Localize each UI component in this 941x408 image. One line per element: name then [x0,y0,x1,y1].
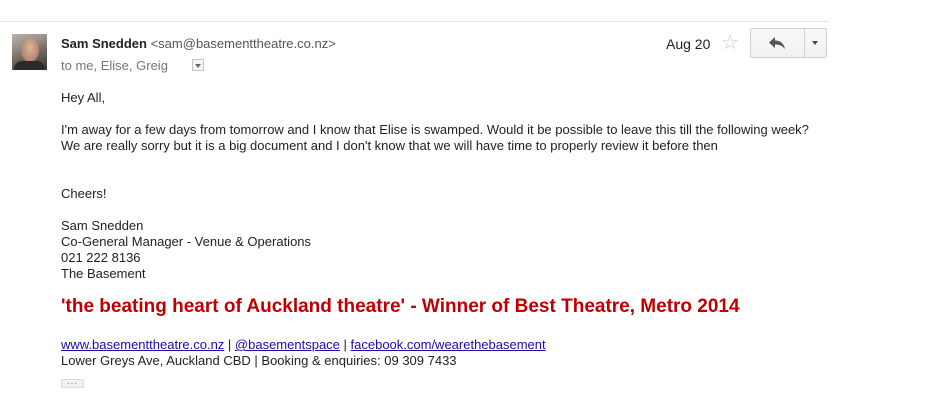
reply-button[interactable] [751,29,803,57]
avatar[interactable] [12,34,47,70]
show-trimmed-content-button[interactable]: ... [61,377,84,388]
top-divider [0,21,828,22]
message-paragraph: I'm away for a few days from tomorrow an… [61,122,809,153]
greeting: Hey All, [61,90,106,105]
show-details-button[interactable] [192,59,204,71]
sender-line: Sam Snedden <sam@basementtheatre.co.nz> [61,36,336,51]
reply-icon [769,37,785,49]
signature-links: www.basementtheatre.co.nz | @basementspa… [61,337,546,353]
closing: Cheers! [61,186,107,201]
signature-title: Co-General Manager - Venue & Operations [61,234,312,249]
signature-org: The Basement [61,266,146,281]
recipients: to me, Elise, Greig [61,58,168,73]
reply-button-group [750,28,827,58]
star-icon[interactable]: ☆ [721,31,739,55]
link-separator: | [339,337,351,352]
signature-block: Sam Snedden Co-General Manager - Venue &… [61,218,311,282]
sender-email: <sam@basementtheatre.co.nz> [150,36,336,51]
website-link[interactable]: www.basementtheatre.co.nz [61,337,224,352]
message-date[interactable]: Aug 20 [666,36,710,52]
twitter-link[interactable]: @basementspace [235,337,340,352]
signature-phone: 021 222 8136 [61,250,141,265]
link-separator: | [224,337,235,352]
sender-name[interactable]: Sam Snedden [61,36,147,51]
avatar-face [21,38,39,62]
more-options-button[interactable] [805,29,826,57]
signature-name: Sam Snedden [61,218,144,233]
signature-address: Lower Greys Ave, Auckland CBD | Booking … [61,353,457,368]
signature-tagline: 'the beating heart of Auckland theatre' … [61,296,740,317]
avatar-shirt [14,61,45,70]
facebook-link[interactable]: facebook.com/wearethebasement [351,337,546,352]
